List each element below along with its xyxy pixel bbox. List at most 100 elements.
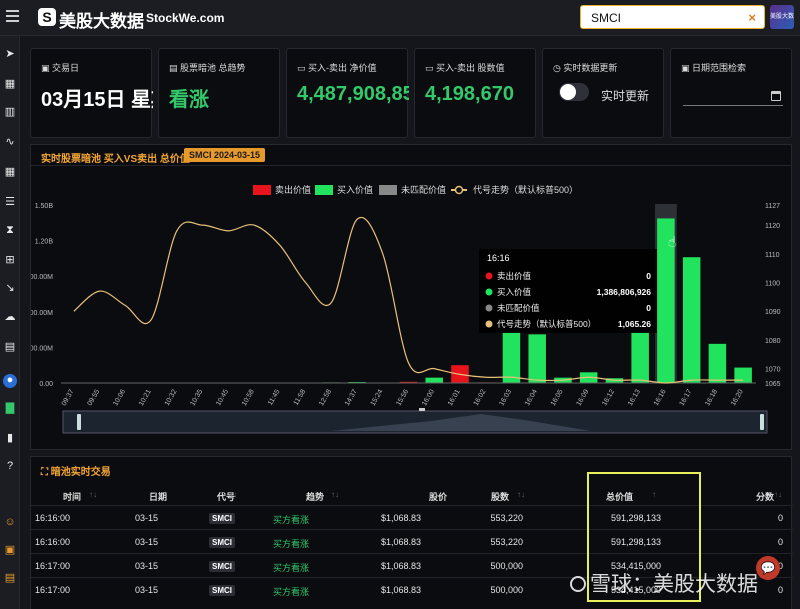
cell-shares: 500,000 [490, 561, 523, 571]
avatar[interactable]: 美股大数据 [770, 5, 794, 29]
dark-pool-trend-card: ▤ 股票暗池 总趋势 看涨 [158, 48, 280, 138]
line-chart-icon[interactable]: ∿ [4, 136, 16, 148]
x-tick-label: 14:37 [344, 388, 359, 407]
brand-name[interactable]: 美股大数据 [59, 7, 144, 32]
search-value: SMCI [591, 11, 621, 25]
cell-date: 03-15 [135, 585, 158, 595]
cell-time: 16:16:00 [35, 513, 70, 523]
sort-icon[interactable]: ↑↓ [153, 490, 161, 499]
tooltip-label: 未匹配价值 [497, 303, 540, 313]
sidebar: ➤ ▦ ▥ ∿ ▦ ☰ ⧗ ⊞ ↘ ☁ ▤ ● ▇ ▮? ☺ ▣ ▤ [0, 36, 20, 609]
sort-icon[interactable]: ↑↓ [331, 490, 339, 499]
users-icon[interactable]: ☺ [4, 516, 16, 528]
bar-buy [528, 334, 546, 383]
cell-date: 03-15 [135, 513, 158, 523]
dark-pool-chart[interactable]: 卖出价值 买入价值 未匹配价值 代号走势（默认标普500）0.0000.00M00.0… [31, 165, 793, 451]
y-left-tick: 00.00M [31, 274, 53, 281]
sort-icon[interactable]: ↑↓ [229, 490, 237, 499]
cell-symbol: SMCI [209, 537, 235, 548]
x-tick-label: 16:01 [447, 388, 462, 407]
dark-pool-trend-value: 看涨 [169, 89, 209, 111]
bar-chart-icon[interactable]: ▮ [4, 432, 16, 444]
x-tick-label: 15:24 [370, 388, 385, 407]
tooltip-label: 代号走势（默认标普500） [497, 319, 596, 329]
date-range-input[interactable] [681, 79, 785, 107]
money-icon: ▭ [297, 63, 309, 73]
sort-icon[interactable]: ↑↓ [774, 490, 782, 499]
tooltip-value: 0 [646, 271, 651, 281]
column-header[interactable]: 趋势 [306, 490, 324, 503]
y-right-tick: 1127 [765, 203, 780, 210]
y-right-tick: 1110 [765, 252, 780, 259]
cell-text: $1,068.83 [380, 585, 421, 595]
building-icon[interactable]: ▣ [4, 544, 16, 556]
chart-icon: ▭ [425, 63, 437, 73]
calendar-picker-icon[interactable] [771, 91, 781, 101]
date-range-card: ▣ 日期范围检索 [670, 48, 792, 138]
cell-time: 16:17:00 [35, 585, 70, 595]
trend-down-icon[interactable]: ↘ [4, 282, 16, 294]
column-header[interactable]: 分数 [756, 490, 774, 503]
cursor-hand-icon: ☝ [668, 234, 677, 250]
bar-green-icon[interactable]: ▇ [4, 402, 16, 414]
list-icon[interactable]: ☰ [4, 196, 16, 208]
watermark: 雪球：美股大数据 [570, 568, 758, 598]
chart-badge: SMCI 2024-03-15 [184, 148, 266, 162]
y-left-tick: 1.20B [35, 239, 54, 246]
grid-icon[interactable]: ▦ [4, 78, 16, 90]
x-tick-label: 15:56 [395, 388, 410, 407]
cell-text: 16:16:00 [35, 537, 71, 547]
sort-icon[interactable]: ↑↓ [89, 490, 97, 499]
menu-icon[interactable] [6, 10, 19, 22]
column-header[interactable]: 时间 [63, 490, 81, 503]
y-right-tick: 1070 [765, 367, 781, 374]
x-tick-label: 11:58 [293, 388, 308, 406]
x-tick-label: 09:55 [87, 388, 102, 407]
sort-icon[interactable]: ↑↓ [428, 490, 436, 499]
net-value-card: ▭ 买入-卖出 净价值 4,487,908,85 [286, 48, 409, 138]
legend-label: 买入价值 [337, 184, 373, 195]
chat-icon[interactable]: 💬 [756, 556, 780, 580]
tooltip-dot [485, 304, 493, 312]
cell-text: 买方看涨 [273, 539, 310, 549]
x-tick-label: 16:16 [653, 388, 668, 407]
x-tick-label: 10:35 [189, 388, 204, 407]
book-icon[interactable]: ▤ [4, 572, 16, 584]
column-header[interactable]: 股数 [491, 490, 509, 503]
clear-icon[interactable]: × [748, 10, 756, 25]
line-chart-icon: ⛶ [41, 467, 51, 478]
tooltip-label: 卖出价值 [497, 271, 532, 281]
x-tick-label: 10:58 [241, 388, 256, 407]
logo-icon[interactable]: S [38, 8, 56, 26]
sitemap-icon[interactable]: ⊞ [4, 254, 16, 266]
bar-buy [425, 377, 443, 383]
cell-text: 买方看涨 [273, 563, 310, 573]
zoom-grip [419, 408, 425, 411]
table-title: 暗池实时交易 [50, 467, 111, 478]
globe-icon[interactable]: ● [3, 374, 17, 388]
cell-text: 买方看涨 [273, 587, 310, 597]
sort-icon[interactable]: ↑↓ [517, 490, 525, 499]
help-icon[interactable]: ? [4, 460, 16, 472]
realtime-toggle[interactable] [559, 83, 589, 101]
brand-domain: StockWe.com [146, 11, 225, 25]
chart-bar-icon[interactable]: ▥ [4, 106, 16, 118]
hourglass-icon[interactable]: ⧗ [4, 224, 16, 236]
cell-trend: 买方看涨 [273, 513, 309, 526]
realtime-card: ◷ 实时数据更新 实时更新 [542, 48, 664, 138]
rocket-icon[interactable]: ➤ [4, 48, 16, 60]
chart-area-icon[interactable]: ▤ [4, 341, 16, 353]
y-right-tick: 1080 [765, 338, 781, 345]
trade-day-card: ▣ 交易日 03月15日 星期 [30, 48, 153, 138]
calendar-icon[interactable]: ▦ [4, 166, 16, 178]
x-tick-label: 10:45 [215, 388, 230, 407]
cell-time: 16:17:00 [35, 561, 70, 571]
cell-text: 500,000 [490, 585, 523, 595]
share-value-card: ▭ 买入-卖出 股数值 4,198,670 [414, 48, 536, 138]
legend-swatch [315, 185, 333, 195]
x-tick-label: 16:18 [704, 388, 719, 407]
cloud-icon[interactable]: ☁ [4, 311, 16, 323]
net-value-label: 买入-卖出 净价值 [308, 63, 377, 73]
search-input[interactable]: SMCI × [580, 5, 765, 29]
tooltip-value: 1,386,806,926 [597, 287, 652, 297]
